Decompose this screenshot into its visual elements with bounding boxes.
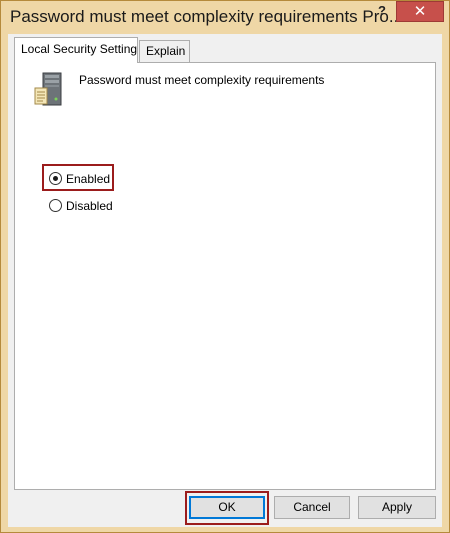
- radio-disabled-label[interactable]: Disabled: [66, 199, 113, 213]
- tab-local-security-setting[interactable]: Local Security Setting: [14, 37, 138, 63]
- help-button[interactable]: ?: [367, 1, 397, 23]
- cancel-button[interactable]: Cancel: [274, 496, 350, 519]
- tab-panel: Password must meet complexity requiremen…: [14, 62, 436, 490]
- apply-button[interactable]: Apply: [358, 496, 436, 519]
- close-button[interactable]: ✕: [396, 1, 444, 22]
- tab-explain[interactable]: Explain: [139, 40, 190, 62]
- properties-dialog: Password must meet complexity requiremen…: [0, 0, 450, 533]
- title-bar[interactable]: Password must meet complexity requiremen…: [1, 1, 449, 35]
- window-title: Password must meet complexity requiremen…: [10, 7, 404, 26]
- policy-name: Password must meet complexity requiremen…: [79, 73, 325, 87]
- radio-enabled-circle[interactable]: [49, 172, 62, 185]
- server-icon: [33, 71, 65, 107]
- ok-button[interactable]: OK: [189, 496, 265, 519]
- radio-selected-dot: [53, 176, 58, 181]
- radio-disabled-circle[interactable]: [49, 199, 62, 212]
- radio-enabled-label[interactable]: Enabled: [66, 172, 110, 186]
- dialog-client-area: Local Security Setting Explain Password …: [8, 34, 442, 527]
